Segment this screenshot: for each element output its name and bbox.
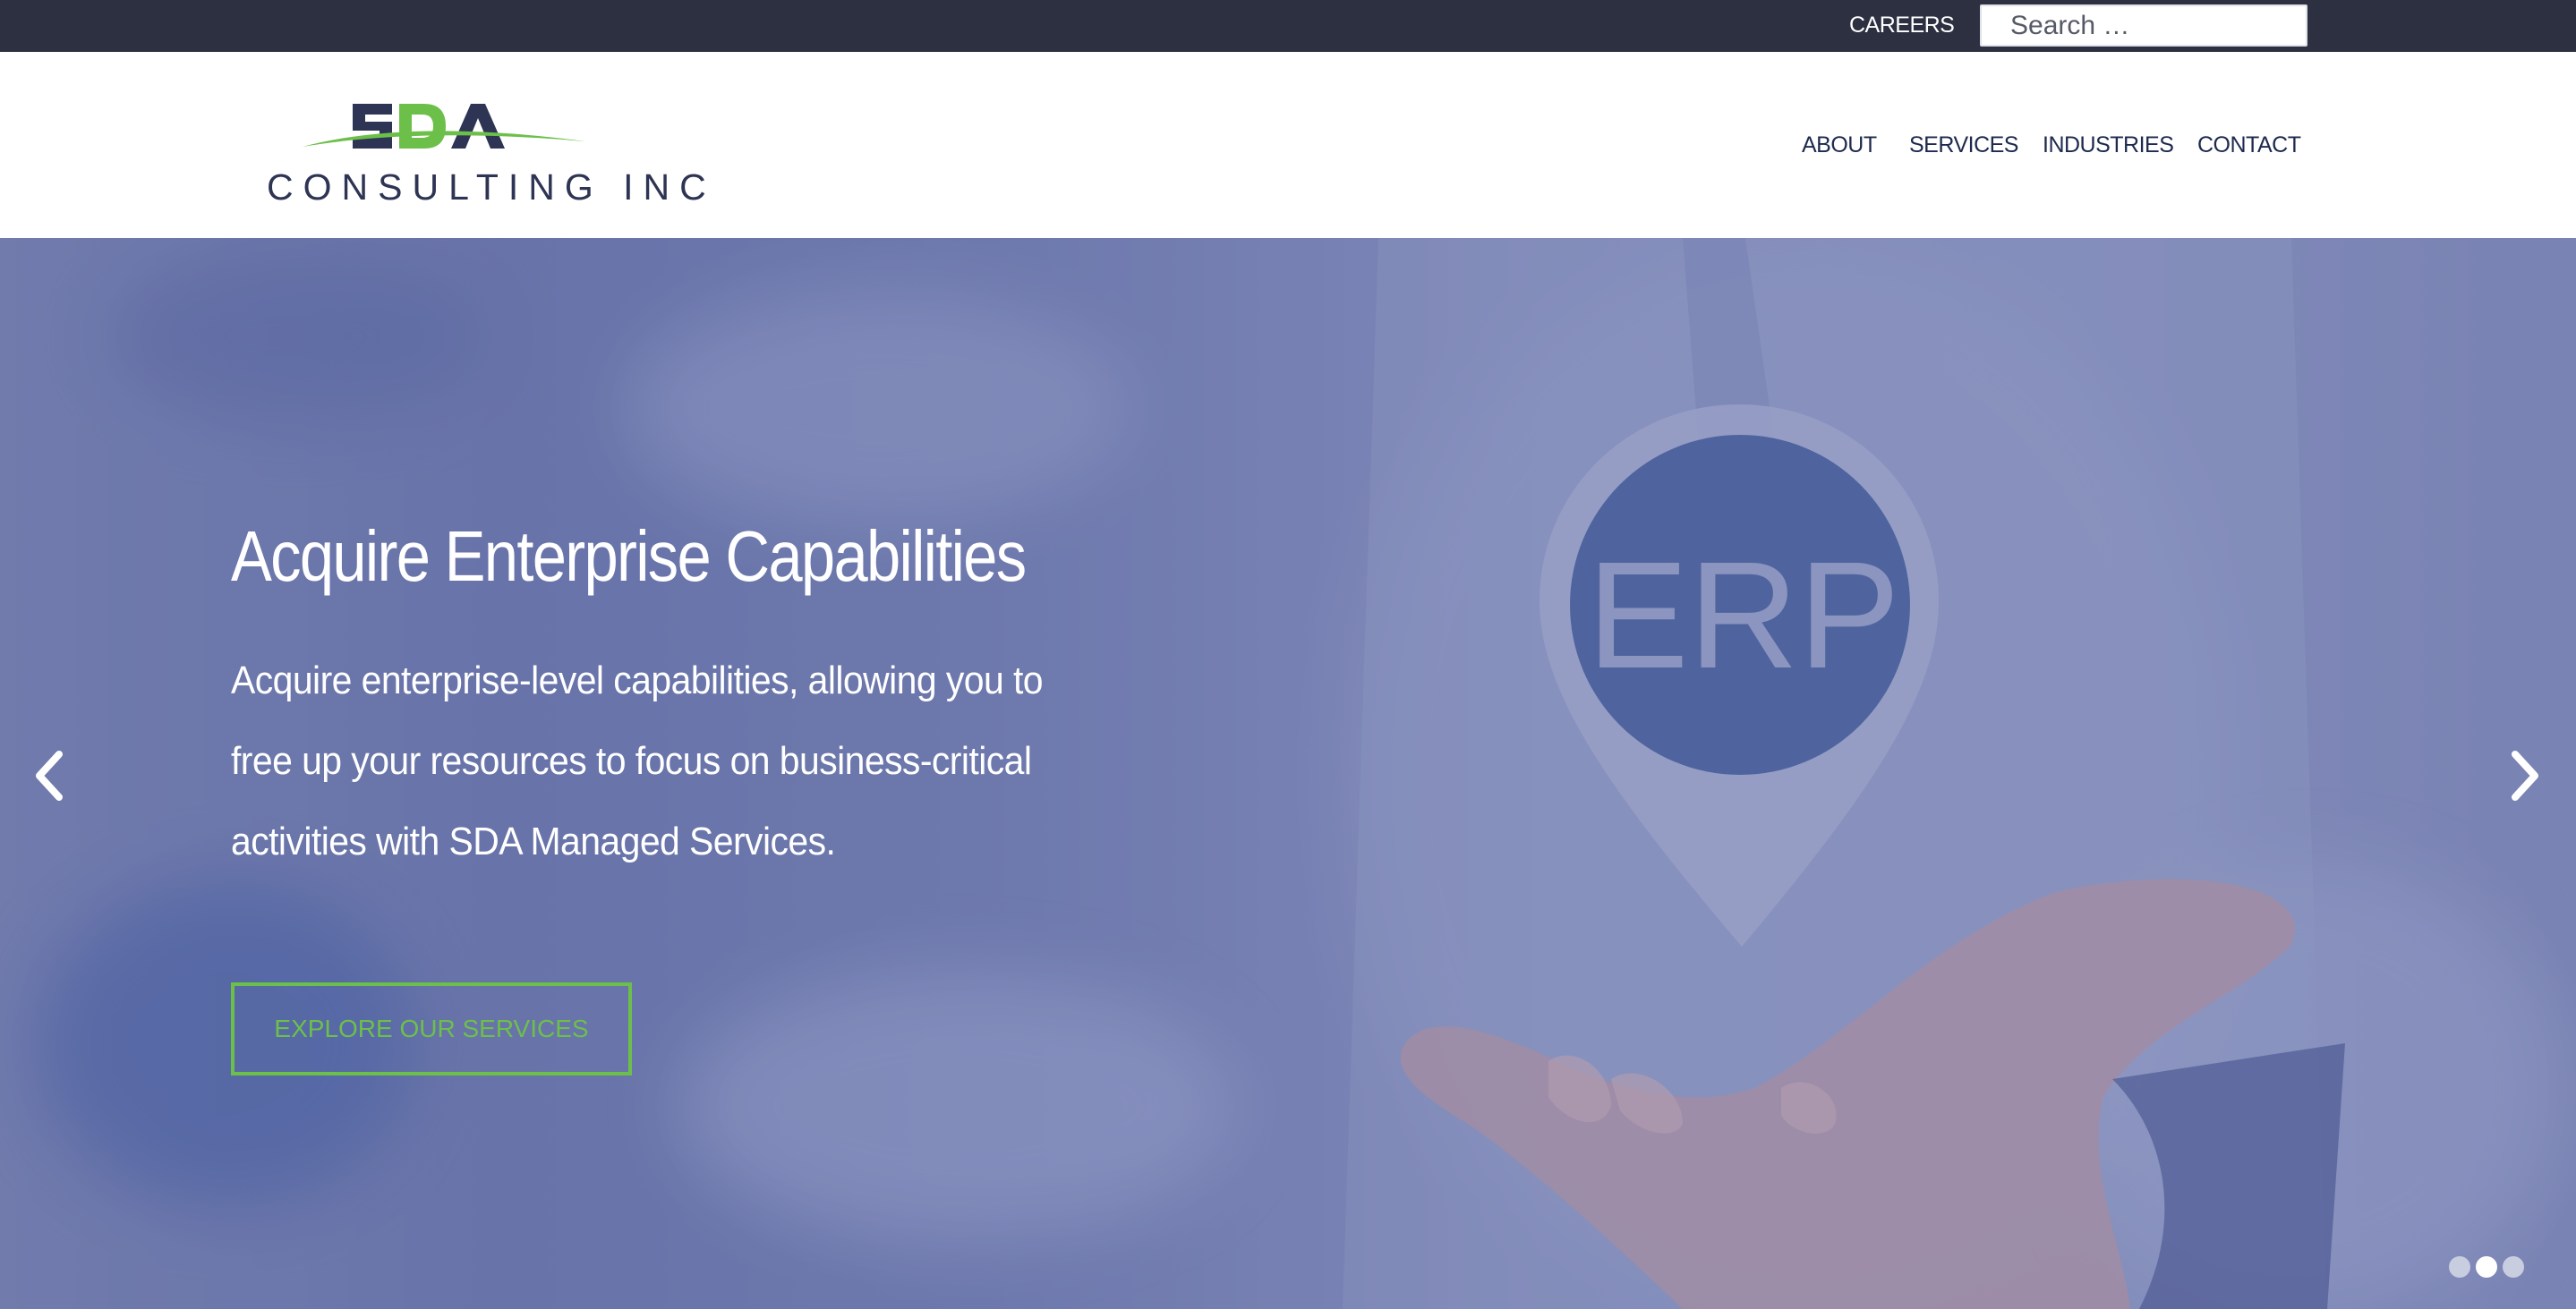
- hero-carousel: ERP Acquire Enterprise Capabilities Acqu…: [0, 238, 2576, 1309]
- hero-title: Acquire Enterprise Capabilities: [231, 516, 1027, 596]
- site-header: CONSULTING INC ABOUT SERVICES INDUSTRIES…: [0, 52, 2576, 238]
- nav-contact[interactable]: CONTACT: [2197, 132, 2301, 158]
- nav-about[interactable]: ABOUT: [1802, 132, 1877, 158]
- explore-services-button[interactable]: EXPLORE OUR SERVICES: [231, 982, 632, 1075]
- sda-logo-mark: [303, 104, 585, 149]
- chevron-left-icon: [36, 751, 63, 801]
- logo-tagline: CONSULTING INC: [267, 166, 716, 208]
- nav-services[interactable]: SERVICES: [1909, 132, 2018, 158]
- chevron-right-icon: [2512, 751, 2538, 801]
- sda-logo[interactable]: CONSULTING INC: [267, 77, 706, 220]
- carousel-dot-active[interactable]: [2476, 1256, 2497, 1278]
- carousel-dot[interactable]: [2449, 1256, 2470, 1278]
- carousel-dots: [2449, 1256, 2524, 1278]
- carousel-prev-button[interactable]: [23, 744, 73, 807]
- search-box: [1980, 4, 2307, 47]
- nav-industries[interactable]: INDUSTRIES: [2043, 132, 2174, 158]
- top-utility-bar: CAREERS: [0, 0, 2576, 52]
- careers-link[interactable]: CAREERS: [1849, 13, 1955, 38]
- carousel-dot[interactable]: [2503, 1256, 2524, 1278]
- carousel-next-button[interactable]: [2501, 744, 2551, 807]
- search-input[interactable]: [1982, 6, 2306, 45]
- hero-text: Acquire enterprise-level capabilities, a…: [231, 659, 1044, 863]
